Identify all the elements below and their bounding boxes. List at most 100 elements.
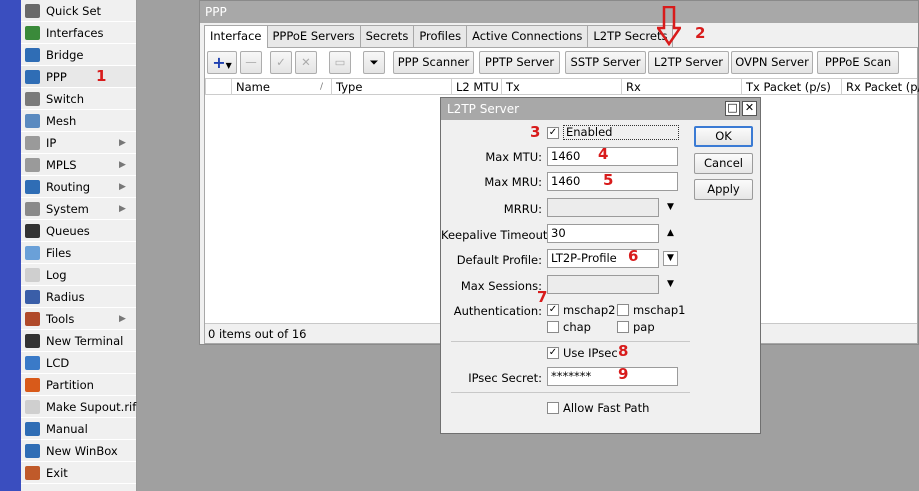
routing-icon [25,180,40,194]
keepalive-up-icon[interactable]: ▲ [667,228,674,238]
comment-icon: ▭ [334,55,346,69]
default-profile-dropdown-icon[interactable]: ▼ [663,251,678,266]
column-rx[interactable]: Rx [621,79,741,95]
close-icon[interactable]: ✕ [742,101,757,116]
maximize-icon[interactable]: □ [725,101,740,116]
cancel-button[interactable]: Cancel [694,153,753,174]
cross-icon: ✕ [301,55,311,69]
sidebar-item-queues[interactable]: Queues [21,220,136,242]
use-ipsec-checkbox[interactable]: ✓ [547,347,559,359]
ppp-toolbar: +▼ — ✓ ✕ ▭ ⏷ PPP Scanner PPTP Server SST… [207,51,917,75]
default-profile-label: Default Profile: [456,253,542,267]
sidebar-item-system[interactable]: System ▶ [21,198,136,220]
apply-button[interactable]: Apply [694,179,753,200]
log-icon [25,268,40,282]
tab-interface[interactable]: Interface [204,25,268,48]
annotation-7: 7 [537,288,548,306]
divider-2 [451,392,690,393]
column-type[interactable]: Type [331,79,451,95]
column-rx-packet[interactable]: Rx Packet (p/s) [841,79,919,95]
mrru-field[interactable] [547,198,659,217]
add-button[interactable]: +▼ [207,51,237,74]
annotation-8: 8 [618,342,629,360]
max-sessions-field[interactable] [547,275,659,294]
sidebar-item-new-winbox[interactable]: New WinBox [21,440,136,462]
column-tx[interactable]: Tx [501,79,621,95]
column-l2-mtu[interactable]: L2 MTU [451,79,501,95]
mrru-dropdown-icon[interactable]: ▼ [667,202,674,212]
sidebar-item-make-supout-rif[interactable]: Make Supout.rif [21,396,136,418]
sidebar-item-manual[interactable]: Manual [21,418,136,440]
sidebar-item-label: Manual [46,422,88,436]
pppoe-scan-button[interactable]: PPPoE Scan [817,51,899,74]
sidebar-item-exit[interactable]: Exit [21,462,136,484]
tab-profiles[interactable]: Profiles [413,25,468,47]
sidebar-item-bridge[interactable]: Bridge [21,44,136,66]
column-flag[interactable] [205,79,231,95]
files-icon [25,246,40,260]
disable-button[interactable]: ✕ [295,51,317,74]
ppp-scanner-button[interactable]: PPP Scanner [393,51,474,74]
tab-pppoe-servers[interactable]: PPPoE Servers [266,25,361,47]
allow-fast-path-checkbox[interactable] [547,402,559,414]
ovpn-server-button[interactable]: OVPN Server [731,51,813,74]
l2tp-server-button[interactable]: L2TP Server [648,51,729,74]
interface-table-header: Name / Type L2 MTU Tx Rx Tx Packet (p/s) … [205,78,919,95]
sidebar-item-partition[interactable]: Partition [21,374,136,396]
tools-icon [25,312,40,326]
pptp-server-button[interactable]: PPTP Server [479,51,560,74]
sidebar-item-mesh[interactable]: Mesh [21,110,136,132]
sidebar-item-label: Queues [46,224,90,238]
sidebar-item-radius[interactable]: Radius [21,286,136,308]
sidebar-item-label: Quick Set [46,4,102,18]
sidebar-item-routing[interactable]: Routing ▶ [21,176,136,198]
pap-checkbox[interactable] [617,321,629,333]
default-profile-select[interactable]: LT2P-Profile [547,249,659,268]
sidebar-item-ppp[interactable]: PPP [21,66,136,88]
annotation-1: 1 [96,67,107,85]
remove-button[interactable]: — [240,51,262,74]
sidebar-item-switch[interactable]: Switch [21,88,136,110]
sidebar-item-new-terminal[interactable]: New Terminal [21,330,136,352]
keepalive-label: Keepalive Timeout: [441,228,552,242]
supout-icon [25,400,40,414]
tab-secrets[interactable]: Secrets [359,25,415,47]
keepalive-field[interactable]: 30 [547,224,659,243]
sidebar-item-ip[interactable]: IP ▶ [21,132,136,154]
sidebar-item-interfaces[interactable]: Interfaces [21,22,136,44]
mschap2-checkbox[interactable]: ✓ [547,304,559,316]
sidebar-item-files[interactable]: Files [21,242,136,264]
ip-icon [25,136,40,150]
sidebar-item-label: Bridge [46,48,84,62]
enable-button[interactable]: ✓ [270,51,292,74]
submenu-arrow-icon: ▶ [119,182,126,192]
column-name[interactable]: Name / [231,79,331,95]
sidebar-item-lcd[interactable]: LCD [21,352,136,374]
submenu-arrow-icon: ▶ [119,314,126,324]
sidebar-item-quick-set[interactable]: Quick Set [21,0,136,22]
tab-active-connections[interactable]: Active Connections [466,25,589,47]
sidebar-item-label: New Terminal [46,334,124,348]
max-mtu-field[interactable]: 1460 [547,147,678,166]
filter-button[interactable]: ⏷ [363,51,385,74]
authentication-label: Authentication: [453,304,542,318]
terminal-icon [25,334,40,348]
ipsec-secret-label: IPsec Secret: [468,371,542,385]
sstp-server-button[interactable]: SSTP Server [565,51,646,74]
column-tx-packet[interactable]: Tx Packet (p/s) [741,79,841,95]
ipsec-secret-field[interactable]: ******* [547,367,678,386]
enabled-checkbox[interactable]: ✓ [547,127,559,139]
sidebar-item-label: IP [46,136,57,150]
chap-checkbox[interactable] [547,321,559,333]
dialog-title-buttons: □ ✕ [725,101,757,116]
sidebar-menu: Quick Set Interfaces Bridge PPP Switch Mesh IP… [21,0,137,491]
sidebar-item-log[interactable]: Log [21,264,136,286]
sidebar-item-mpls[interactable]: MPLS ▶ [21,154,136,176]
max-sessions-dropdown-icon[interactable]: ▼ [667,279,674,289]
submenu-arrow-icon: ▶ [119,138,126,148]
comment-button[interactable]: ▭ [329,51,351,74]
ok-button[interactable]: OK [694,126,753,147]
sidebar-item-tools[interactable]: Tools ▶ [21,308,136,330]
annotation-9: 9 [618,365,629,383]
mschap1-checkbox[interactable] [617,304,629,316]
